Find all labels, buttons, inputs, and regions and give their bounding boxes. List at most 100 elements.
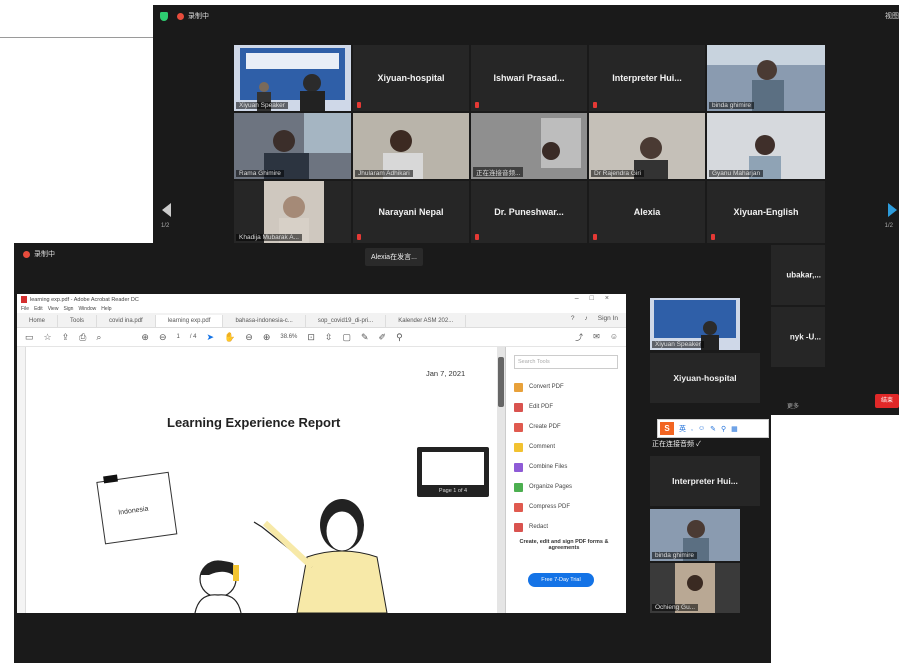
- page-number-input[interactable]: 1: [176, 334, 179, 340]
- participant-tile[interactable]: Xiyuan-hospital: [650, 353, 760, 403]
- ime-mode[interactable]: 英: [679, 424, 686, 434]
- tool-comment[interactable]: Comment: [506, 437, 626, 457]
- comment-icon[interactable]: ▢: [342, 332, 351, 343]
- menu-sign[interactable]: Sign: [63, 306, 73, 312]
- participant-tile[interactable]: Xiyuan-English: [707, 181, 825, 243]
- menu-edit[interactable]: Edit: [34, 306, 43, 312]
- window-controls[interactable]: –□×: [575, 295, 620, 302]
- save-icon[interactable]: ▭: [25, 332, 34, 343]
- toolbar: ▭ ☆ ⇪ ⎙ ⌕ ⊕ ⊖ 1 / 4 ➤ ✋ ⊖ ⊕ 38.6% ⊡ ⇳ ▢ …: [17, 328, 626, 347]
- participant-tile[interactable]: binda ghimire: [650, 509, 740, 561]
- fit-page-icon[interactable]: ⊡: [307, 332, 315, 343]
- participant-tile[interactable]: Interpreter Hui...: [650, 456, 760, 506]
- left-rail[interactable]: [17, 347, 26, 613]
- upload-icon[interactable]: ⇪: [62, 332, 70, 343]
- select-cursor-icon[interactable]: ➤: [207, 332, 215, 343]
- document-scrollbar[interactable]: [497, 347, 505, 613]
- document-view[interactable]: Jan 7, 2021 Learning Experience Report I…: [17, 347, 506, 613]
- share-icon[interactable]: ⤴: [575, 332, 583, 343]
- add-user-icon[interactable]: ☺: [610, 332, 618, 343]
- ime-toolbar[interactable]: S 英 , ☺ ✎ ⚲ ▦: [657, 419, 769, 438]
- stamp-icon[interactable]: ⚲: [396, 332, 403, 343]
- record-icon: [23, 250, 30, 258]
- participant-tile[interactable]: Ochieng Gu...: [650, 563, 740, 613]
- tool-redact[interactable]: Redact: [506, 517, 626, 537]
- page-thumbnail-label: Page 1 of 4: [438, 488, 468, 494]
- tab-document[interactable]: sop_covid19_di-pri...: [306, 315, 387, 327]
- free-trial-button[interactable]: Free 7-Day Trial: [528, 573, 594, 587]
- participant-tile[interactable]: Alexia: [589, 181, 705, 243]
- print-icon[interactable]: ⎙: [79, 332, 86, 343]
- participant-tile[interactable]: ubakar,...: [767, 245, 825, 305]
- menu-file[interactable]: File: [21, 306, 29, 312]
- scroll-mode-icon[interactable]: ⇳: [325, 332, 333, 343]
- ime-skin-icon[interactable]: ✎: [710, 425, 716, 433]
- tab-document[interactable]: Kalender ASM 202...: [386, 315, 467, 327]
- tab-home[interactable]: Home: [17, 315, 59, 327]
- participant-tile[interactable]: Rama Ghimire: [234, 113, 351, 179]
- tool-combine-files[interactable]: Combine Files: [506, 457, 626, 477]
- tool-create-pdf[interactable]: Create PDF: [506, 417, 626, 437]
- tool-label: Combine Files: [529, 464, 568, 470]
- combine-files-icon: [514, 462, 523, 472]
- menu-view[interactable]: View: [48, 306, 59, 312]
- tool-organize-pages[interactable]: Organize Pages: [506, 477, 626, 497]
- pen-icon[interactable]: ✎: [361, 332, 369, 343]
- menu-help[interactable]: Help: [101, 306, 111, 312]
- participant-name: Ishwari Prasad...: [493, 73, 565, 83]
- zoom-in-icon[interactable]: ⊕: [263, 332, 271, 343]
- participant-tile[interactable]: Xiyuan Speaker: [234, 45, 351, 111]
- sign-in-button[interactable]: Sign In: [598, 315, 618, 322]
- mic-muted-icon: [593, 234, 597, 240]
- page-thumbnail[interactable]: Page 1 of 4: [417, 447, 489, 497]
- tab-document[interactable]: covid ina.pdf: [97, 315, 156, 327]
- hand-tool-icon[interactable]: ✋: [224, 332, 235, 343]
- scrollbar-thumb[interactable]: [498, 357, 504, 407]
- tab-document[interactable]: bahasa-indonesia-c...: [223, 315, 306, 327]
- ime-emoji-icon[interactable]: ☺: [698, 425, 705, 432]
- bookmark-star-icon[interactable]: ☆: [44, 332, 52, 343]
- ime-keyboard-icon[interactable]: ▦: [731, 425, 738, 433]
- participant-tile[interactable]: Xiyuan-hospital: [353, 45, 469, 111]
- tab-tools[interactable]: Tools: [58, 315, 98, 327]
- page-down-icon[interactable]: ⊖: [159, 332, 167, 343]
- participant-tile[interactable]: Interpreter Hui...: [589, 45, 705, 111]
- participant-tile[interactable]: nyk -U...: [767, 307, 825, 367]
- tool-compress-pdf[interactable]: Compress PDF: [506, 497, 626, 517]
- email-icon[interactable]: ✉: [593, 332, 600, 343]
- participant-tile[interactable]: Narayani Nepal: [353, 181, 469, 243]
- participant-tile[interactable]: Gyanu Maharjan: [707, 113, 825, 179]
- tools-panel: Search Tools Convert PDF Edit PDF Create…: [506, 347, 626, 613]
- tool-edit-pdf[interactable]: Edit PDF: [506, 397, 626, 417]
- tab-document-active[interactable]: learning exp.pdf: [155, 315, 224, 327]
- participant-tile[interactable]: Dr. Puneshwar...: [471, 181, 587, 243]
- menu-window[interactable]: Window: [78, 306, 96, 312]
- participant-name: Xiyuan Speaker: [236, 102, 288, 109]
- ime-voice-icon[interactable]: ⚲: [721, 425, 726, 433]
- highlight-icon[interactable]: ✐: [379, 332, 387, 343]
- tool-convert-pdf[interactable]: Convert PDF: [506, 377, 626, 397]
- zoom-out-icon[interactable]: ⊖: [245, 332, 253, 343]
- page-up-icon[interactable]: ⊕: [141, 332, 149, 343]
- view-button[interactable]: 视图: [885, 11, 899, 21]
- security-shield-icon[interactable]: [160, 11, 168, 21]
- help-icon[interactable]: ?: [571, 315, 575, 322]
- participant-tile[interactable]: Ishwari Prasad...: [471, 45, 587, 111]
- zoom-level-select[interactable]: 38.6%: [280, 334, 297, 340]
- end-meeting-button[interactable]: 结束: [875, 394, 899, 408]
- search-icon[interactable]: ⌕: [96, 332, 101, 343]
- participant-tile[interactable]: Jhularam Adhikari: [353, 113, 469, 179]
- participant-tile[interactable]: Dr Rajendra Giri: [589, 113, 705, 179]
- participant-tile[interactable]: 正在连接音频...: [471, 113, 587, 179]
- participant-tile[interactable]: binda ghimire: [707, 45, 825, 111]
- more-button[interactable]: 更多: [787, 401, 799, 410]
- tools-search-input[interactable]: Search Tools: [514, 355, 618, 369]
- notification-icon[interactable]: ♪: [585, 315, 588, 322]
- participant-tile[interactable]: Khadija Mubarak A...: [234, 181, 351, 243]
- ime-punct-icon[interactable]: ,: [691, 425, 693, 432]
- recording-label: 录制中: [34, 251, 55, 258]
- prev-page-icon[interactable]: [162, 203, 171, 217]
- next-page-icon[interactable]: [888, 203, 897, 217]
- acrobat-window: learning exp.pdf - Adobe Acrobat Reader …: [17, 294, 626, 613]
- participant-tile[interactable]: Xiyuan Speaker: [650, 298, 740, 350]
